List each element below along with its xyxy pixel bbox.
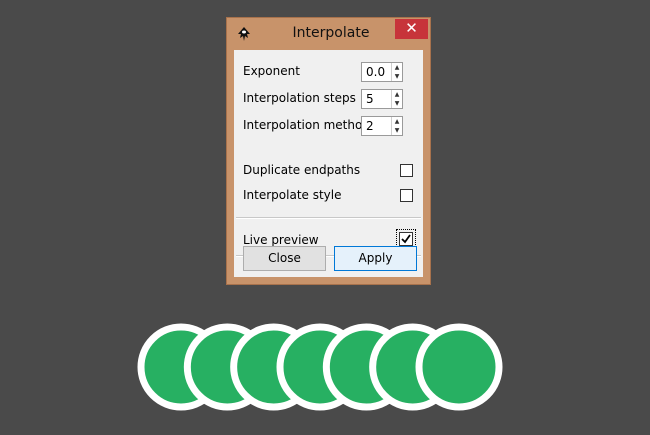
close-button[interactable]: Close xyxy=(243,246,326,271)
spin-up-arrow-icon[interactable]: ▲ xyxy=(392,117,402,126)
close-icon: ✕ xyxy=(405,19,418,37)
spin-up-arrow-icon[interactable]: ▲ xyxy=(392,63,402,72)
interpolation-method-spinbox[interactable]: 2 ▲ ▼ xyxy=(361,116,403,136)
interpolation-steps-spin-arrows: ▲ ▼ xyxy=(391,90,402,108)
exponent-spin-arrows: ▲ ▼ xyxy=(391,63,402,81)
window-close-button[interactable]: ✕ xyxy=(395,19,428,39)
interpolation-method-value[interactable]: 2 xyxy=(366,119,374,133)
spin-down-arrow-icon[interactable]: ▼ xyxy=(392,99,402,108)
interpolation-steps-value[interactable]: 5 xyxy=(366,92,374,106)
dialog-content: Exponent 0.0 ▲ ▼ Interpolation steps 5 ▲… xyxy=(234,50,423,277)
spin-up-arrow-icon[interactable]: ▲ xyxy=(392,90,402,99)
interpolation-method-spin-arrows: ▲ ▼ xyxy=(391,117,402,135)
inkscape-icon xyxy=(238,27,250,41)
interpolation-method-label: Interpolation method xyxy=(243,118,370,132)
live-preview-checkbox[interactable] xyxy=(399,232,413,246)
title-bar[interactable]: Interpolate ✕ xyxy=(227,18,430,50)
apply-button-label: Apply xyxy=(358,251,393,265)
interpolation-steps-spinbox[interactable]: 5 ▲ ▼ xyxy=(361,89,403,109)
duplicate-endpaths-checkbox[interactable] xyxy=(400,164,413,177)
interpolated-circle[interactable] xyxy=(415,323,503,411)
exponent-value[interactable]: 0.0 xyxy=(366,65,385,79)
dialog-title: Interpolate xyxy=(292,25,370,41)
exponent-label: Exponent xyxy=(243,64,300,78)
interpolate-style-checkbox[interactable] xyxy=(400,189,413,202)
close-button-label: Close xyxy=(268,251,301,265)
live-preview-label: Live preview xyxy=(243,233,319,247)
checkmark-icon xyxy=(401,234,411,244)
spin-down-arrow-icon[interactable]: ▼ xyxy=(392,72,402,81)
spin-down-arrow-icon[interactable]: ▼ xyxy=(392,126,402,135)
separator-top xyxy=(236,217,421,219)
exponent-spinbox[interactable]: 0.0 ▲ ▼ xyxy=(361,62,403,82)
apply-button[interactable]: Apply xyxy=(334,246,417,271)
interpolate-style-label: Interpolate style xyxy=(243,188,342,202)
duplicate-endpaths-label: Duplicate endpaths xyxy=(243,163,361,177)
interpolate-dialog: Interpolate ✕ Exponent 0.0 ▲ ▼ Interpola… xyxy=(226,17,431,285)
interpolation-steps-label: Interpolation steps xyxy=(243,91,356,105)
